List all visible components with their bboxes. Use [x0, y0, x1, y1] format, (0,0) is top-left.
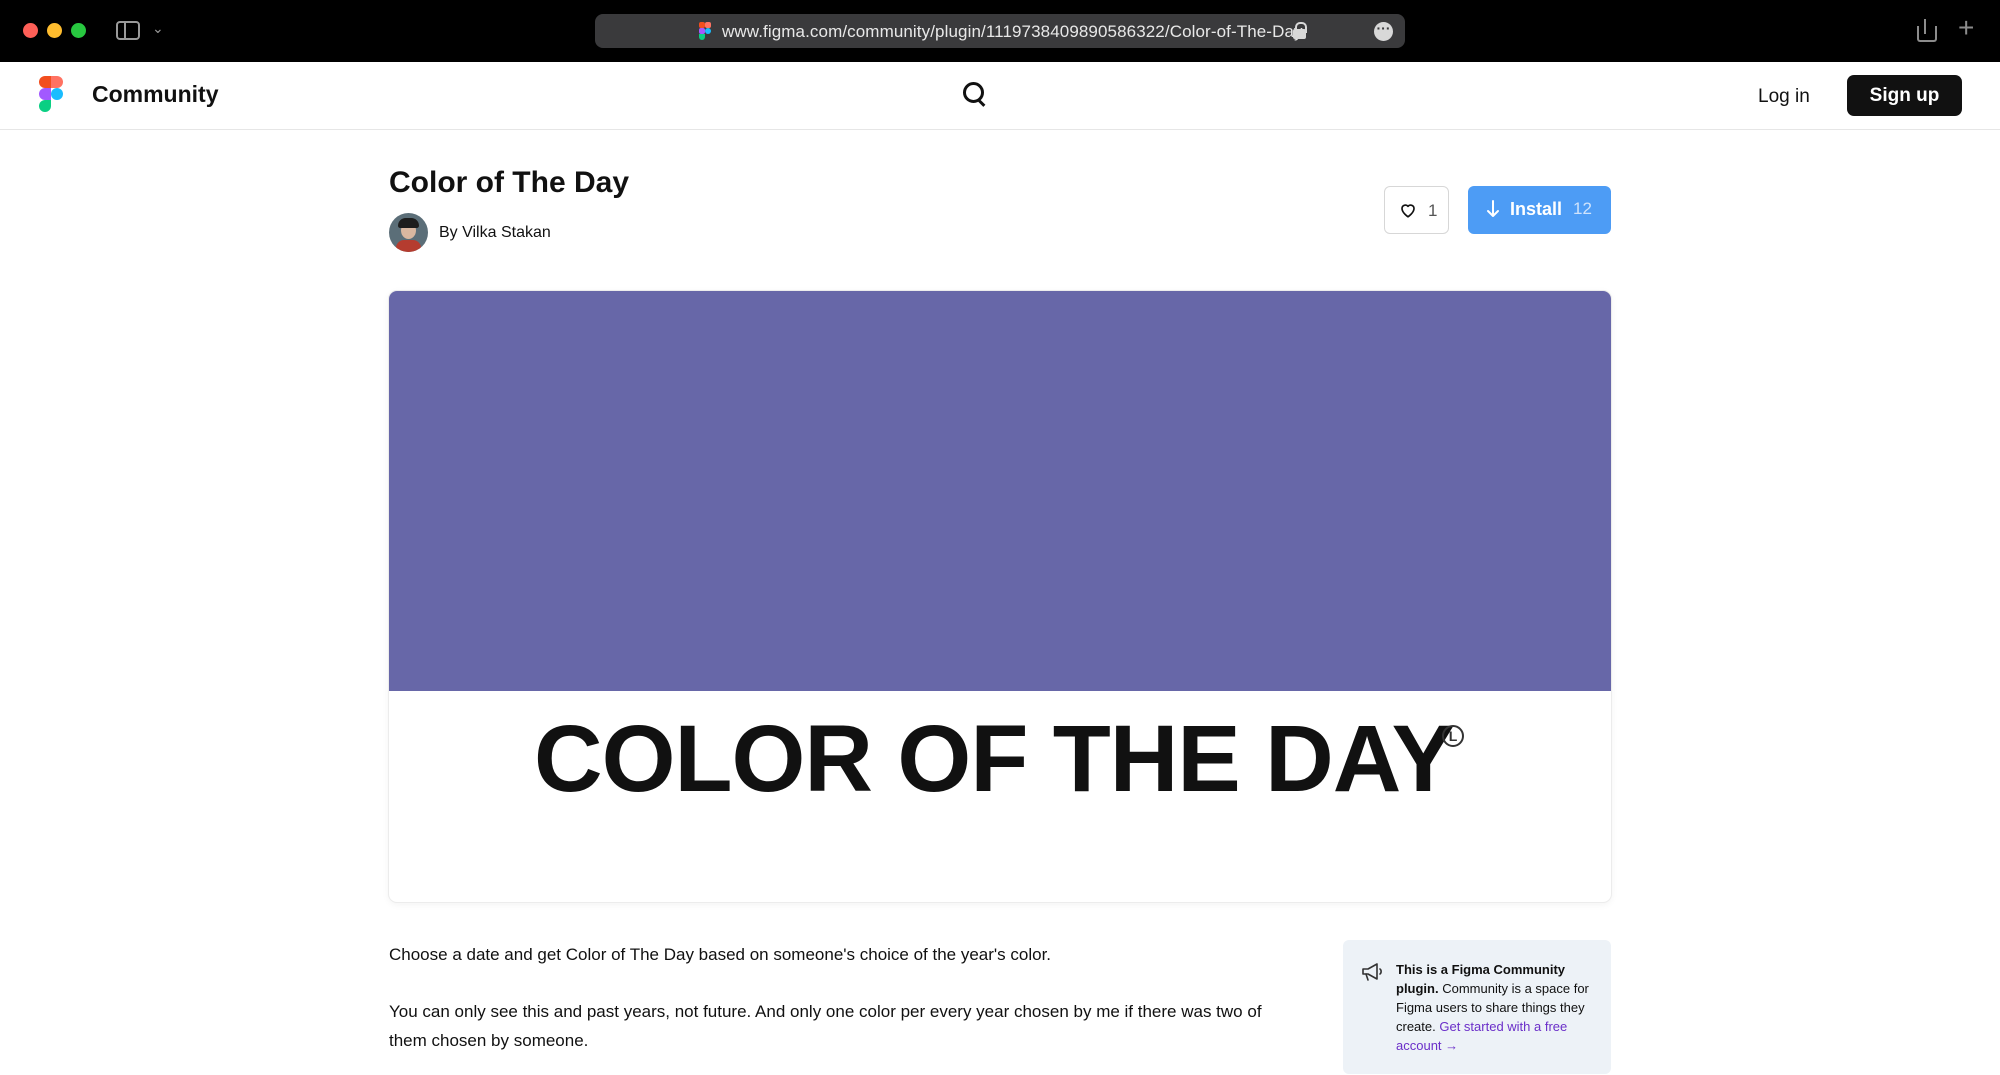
signup-button[interactable]: Sign up — [1847, 75, 1962, 116]
address-bar[interactable]: www.figma.com/community/plugin/111973840… — [595, 14, 1405, 48]
minimize-window-button[interactable] — [47, 23, 62, 38]
community-info-card: This is a Figma Community plugin. Commun… — [1343, 940, 1611, 1074]
color-swatch — [389, 291, 1611, 691]
plugin-cover-image: COLOR OF THE DAY L — [389, 291, 1611, 902]
url-text[interactable]: www.figma.com/community/plugin/111973840… — [722, 22, 1303, 42]
cover-wordmark: COLOR OF THE DAY — [534, 706, 1455, 812]
community-title[interactable]: Community — [92, 81, 219, 108]
close-window-button[interactable] — [23, 23, 38, 38]
avatar[interactable] — [389, 213, 428, 252]
browser-toolbar: ⌄ www.figma.com/community/plugin/1119738… — [0, 0, 2000, 62]
cover-trademark-icon: L — [1442, 725, 1464, 747]
install-label: Install — [1510, 199, 1563, 219]
more-options-icon[interactable]: ··· — [1374, 21, 1393, 41]
description-paragraph: You can only see this and past years, no… — [389, 1002, 1262, 1050]
figma-logo-icon[interactable] — [39, 76, 63, 112]
like-count: 1 — [1428, 201, 1438, 220]
megaphone-icon — [1362, 963, 1382, 981]
install-count: 12 — [1573, 199, 1592, 218]
description-paragraph: Choose a date and get Color of The Day b… — [389, 945, 1052, 964]
arrow-down-icon — [1487, 200, 1499, 217]
search-icon[interactable] — [963, 82, 987, 106]
page-title: Color of The Day — [389, 166, 630, 199]
author-byline[interactable]: By Vilka Stakan — [439, 224, 551, 242]
install-button[interactable]: Install 12 — [1468, 186, 1611, 234]
heart-icon — [1401, 204, 1415, 218]
share-icon[interactable] — [1916, 18, 1937, 42]
new-tab-icon[interactable]: + — [1958, 14, 1974, 42]
like-button[interactable]: 1 — [1384, 186, 1449, 234]
chevron-down-icon[interactable]: ⌄ — [152, 20, 164, 37]
sidebar-toggle-icon[interactable] — [116, 21, 140, 40]
login-link[interactable]: Log in — [1758, 86, 1810, 108]
lock-icon — [1293, 22, 1307, 39]
info-card-text: This is a Figma Community plugin. Commun… — [1396, 960, 1596, 1055]
figma-favicon-icon — [699, 22, 711, 40]
maximize-window-button[interactable] — [71, 23, 86, 38]
site-header: Community Log in Sign up — [0, 62, 2000, 130]
